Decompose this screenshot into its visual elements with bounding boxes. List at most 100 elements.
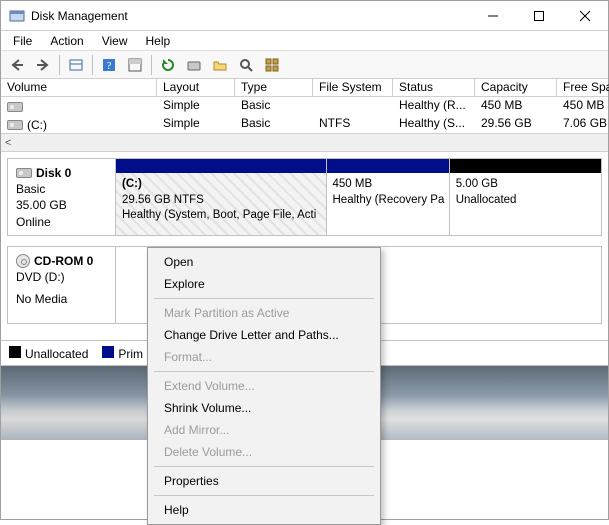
disk-type: Basic xyxy=(16,181,107,197)
help-icon: ? xyxy=(101,57,117,73)
legend-primary-label: Prim xyxy=(118,347,143,361)
ctx-shrink-volume[interactable]: Shrink Volume... xyxy=(150,397,378,419)
volume-fs: NTFS xyxy=(313,115,393,133)
show-hide-console-button[interactable] xyxy=(64,54,88,76)
arrow-right-icon xyxy=(35,57,51,73)
volume-row[interactable]: Simple Basic Healthy (R... 450 MB 450 MB xyxy=(1,97,608,115)
create-vhd-button[interactable] xyxy=(182,54,206,76)
app-icon xyxy=(9,8,25,24)
ctx-add-mirror: Add Mirror... xyxy=(150,419,378,441)
menu-help[interactable]: Help xyxy=(138,32,179,50)
volume-icon xyxy=(7,102,23,112)
minimize-icon xyxy=(487,10,499,22)
minimize-button[interactable] xyxy=(470,1,516,30)
partition-unallocated[interactable]: 5.00 GB Unallocated xyxy=(450,159,601,235)
volume-status: Healthy (R... xyxy=(393,97,475,115)
disk-icon xyxy=(186,57,202,73)
volume-icon xyxy=(7,120,23,130)
disk-icon xyxy=(16,168,32,178)
ctx-delete-volume: Delete Volume... xyxy=(150,441,378,463)
cdrom-name: CD-ROM 0 xyxy=(34,253,93,269)
arrow-left-icon xyxy=(9,57,25,73)
volume-list: Volume Layout Type File System Status Ca… xyxy=(1,79,608,134)
ctx-properties[interactable]: Properties xyxy=(150,470,378,492)
window-title: Disk Management xyxy=(31,9,470,23)
ctx-open[interactable]: Open xyxy=(150,251,378,273)
layout-top-icon xyxy=(127,57,143,73)
close-icon xyxy=(579,10,591,22)
col-filesystem[interactable]: File System xyxy=(313,79,393,96)
volume-layout: Simple xyxy=(157,97,235,115)
partition-status: Healthy (System, Boot, Page File, Acti xyxy=(122,208,320,224)
scroll-left-hint: < xyxy=(5,137,11,149)
refresh-button[interactable] xyxy=(156,54,180,76)
volume-layout: Simple xyxy=(157,115,235,133)
legend-unallocated-label: Unallocated xyxy=(25,347,88,361)
volume-type: Basic xyxy=(235,97,313,115)
toolbar-separator xyxy=(59,55,60,75)
back-button[interactable] xyxy=(5,54,29,76)
partition-recovery[interactable]: 450 MB Healthy (Recovery Pa xyxy=(327,159,450,235)
ctx-explore[interactable]: Explore xyxy=(150,273,378,295)
maximize-button[interactable] xyxy=(516,1,562,30)
col-free-space[interactable]: Free Spa... xyxy=(557,79,609,96)
volume-free: 7.06 GB xyxy=(557,115,609,133)
volume-name-cell: (C:) xyxy=(1,115,157,133)
menu-view[interactable]: View xyxy=(94,32,136,50)
volume-name: (C:) xyxy=(27,118,47,132)
disk-size: 35.00 GB xyxy=(16,197,107,213)
ctx-change-drive-letter[interactable]: Change Drive Letter and Paths... xyxy=(150,324,378,346)
cdrom-type: DVD (D:) xyxy=(16,269,107,285)
partition-size: 450 MB xyxy=(333,177,443,193)
ctx-separator xyxy=(154,371,374,372)
cdrom-icon xyxy=(16,254,30,268)
rescan-disks-button[interactable] xyxy=(234,54,258,76)
window-controls xyxy=(470,1,608,30)
volume-fs xyxy=(313,97,393,115)
help-button[interactable]: ? xyxy=(97,54,121,76)
partition-cap xyxy=(450,159,601,173)
volume-capacity: 29.56 GB xyxy=(475,115,557,133)
col-capacity[interactable]: Capacity xyxy=(475,79,557,96)
settings-top-button[interactable] xyxy=(123,54,147,76)
menubar: File Action View Help xyxy=(1,31,608,51)
partition-status: Healthy (Recovery Pa xyxy=(333,193,443,209)
volume-type: Basic xyxy=(235,115,313,133)
menu-file[interactable]: File xyxy=(5,32,40,50)
ctx-format: Format... xyxy=(150,346,378,368)
toolbar-separator xyxy=(92,55,93,75)
cdrom-label[interactable]: CD-ROM 0 DVD (D:) No Media xyxy=(8,247,116,323)
col-type[interactable]: Type xyxy=(235,79,313,96)
menu-action[interactable]: Action xyxy=(42,32,91,50)
titlebar[interactable]: Disk Management xyxy=(1,1,608,31)
col-volume[interactable]: Volume xyxy=(1,79,157,96)
disk-state: Online xyxy=(16,214,107,230)
volume-free: 450 MB xyxy=(557,97,609,115)
close-button[interactable] xyxy=(562,1,608,30)
partition-size: 29.56 GB NTFS xyxy=(122,193,320,209)
col-status[interactable]: Status xyxy=(393,79,475,96)
disk-0-label[interactable]: Disk 0 Basic 35.00 GB Online xyxy=(8,159,116,235)
ctx-help[interactable]: Help xyxy=(150,499,378,521)
ctx-separator xyxy=(154,466,374,467)
partition-cap xyxy=(327,159,449,173)
magnifier-icon xyxy=(238,57,254,73)
all-tasks-button[interactable] xyxy=(260,54,284,76)
disk-0-partitions: (C:) 29.56 GB NTFS Healthy (System, Boot… xyxy=(116,159,601,235)
volume-capacity: 450 MB xyxy=(475,97,557,115)
horizontal-scrollbar[interactable]: < xyxy=(1,134,608,152)
legend-primary: Prim xyxy=(102,346,143,361)
volume-row[interactable]: (C:) Simple Basic NTFS Healthy (S... 29.… xyxy=(1,115,608,133)
swatch-primary-icon xyxy=(102,346,114,358)
maximize-icon xyxy=(533,10,545,22)
attach-vhd-button[interactable] xyxy=(208,54,232,76)
legend-unallocated: Unallocated xyxy=(9,346,88,361)
context-menu: Open Explore Mark Partition as Active Ch… xyxy=(147,247,381,525)
partition-c[interactable]: (C:) 29.56 GB NTFS Healthy (System, Boot… xyxy=(116,159,327,235)
volume-status: Healthy (S... xyxy=(393,115,475,133)
disk-0-row: Disk 0 Basic 35.00 GB Online (C:) 29.56 … xyxy=(7,158,602,236)
toolbar-separator xyxy=(151,55,152,75)
col-layout[interactable]: Layout xyxy=(157,79,235,96)
svg-text:?: ? xyxy=(107,60,112,72)
forward-button[interactable] xyxy=(31,54,55,76)
